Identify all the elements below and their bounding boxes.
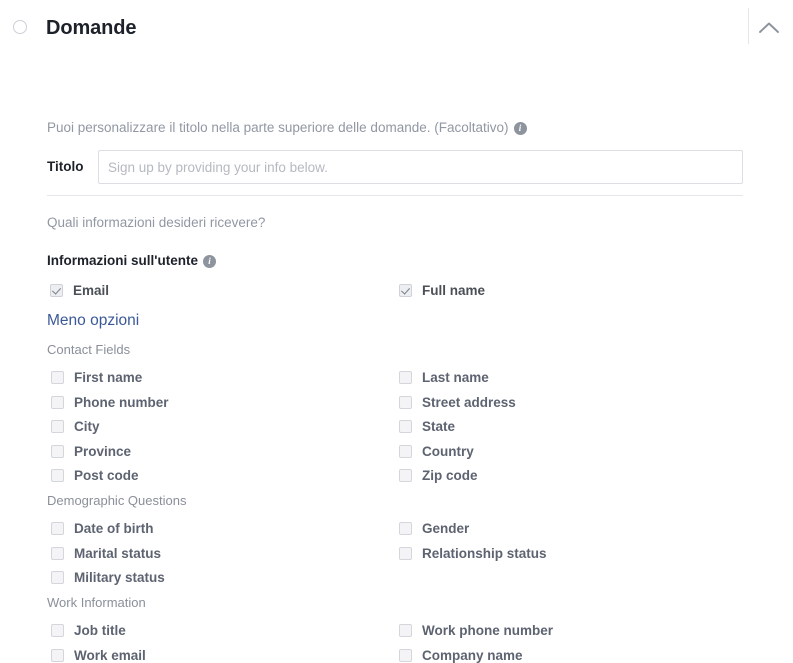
- checkbox-label: Street address: [422, 394, 516, 410]
- checkbox-label: First name: [74, 370, 143, 385]
- checkbox-row-zip-code[interactable]: Zip code: [399, 468, 478, 483]
- checkbox-row-date-of-birth[interactable]: Date of birth: [51, 521, 154, 536]
- title-field-label: Titolo: [47, 159, 84, 174]
- checkbox-label: Military status: [74, 570, 165, 586]
- checkbox-job-title[interactable]: [51, 624, 64, 637]
- checkbox-row-relationship-status[interactable]: Relationship status: [399, 546, 547, 561]
- checkbox-label: Full name: [422, 283, 486, 298]
- checkbox-military-status[interactable]: [51, 571, 64, 585]
- checkbox-row-marital-status[interactable]: Marital status: [51, 546, 161, 561]
- help-text: Puoi personalizzare il titolo nella part…: [47, 120, 527, 135]
- checkbox-label: Zip code: [422, 468, 478, 484]
- checkbox-country[interactable]: [399, 444, 412, 458]
- subsection-heading-work-information: Work Information: [47, 595, 146, 610]
- checkbox-street-address[interactable]: [399, 395, 412, 409]
- checkbox-row-city[interactable]: City: [51, 419, 100, 434]
- checkbox-label: Post code: [74, 468, 139, 484]
- checkbox-state[interactable]: [399, 420, 412, 434]
- checkbox-row-gender[interactable]: Gender: [399, 521, 469, 536]
- checkbox-province[interactable]: [51, 444, 64, 458]
- info-icon[interactable]: i: [513, 122, 527, 135]
- checkbox-label: Last name: [422, 370, 489, 385]
- checkbox-row-military-status[interactable]: Military status: [51, 570, 165, 585]
- checkbox-row-email[interactable]: Email: [50, 283, 109, 298]
- toggle-options-link[interactable]: Meno opzioni: [47, 312, 139, 330]
- page-title: Domande: [46, 17, 137, 39]
- checkbox-label: Gender: [422, 521, 470, 536]
- checkbox-label: Job title: [74, 623, 126, 638]
- checkbox-relationship-status[interactable]: [399, 546, 412, 560]
- checkbox-company-name[interactable]: [399, 648, 412, 662]
- checkbox-marital-status[interactable]: [51, 546, 64, 560]
- checkbox-row-street-address[interactable]: Street address: [399, 395, 516, 410]
- checkbox-city[interactable]: [51, 420, 64, 434]
- checkbox-row-province[interactable]: Province: [51, 444, 131, 459]
- checkbox-work-email[interactable]: [51, 648, 64, 662]
- user-info-heading: Informazioni sull'utente i: [47, 253, 216, 268]
- checkbox-label: Work email: [74, 647, 146, 663]
- checkbox-email[interactable]: [50, 284, 63, 297]
- checkbox-row-phone-number[interactable]: Phone number: [51, 395, 169, 410]
- checkbox-row-work-email[interactable]: Work email: [51, 648, 146, 663]
- checkbox-row-first-name[interactable]: First name: [51, 370, 142, 385]
- header-divider: [748, 8, 749, 44]
- subsection-heading-demographic-questions: Demographic Questions: [47, 493, 187, 508]
- checkbox-label: Province: [74, 443, 132, 459]
- checkbox-label: State: [422, 419, 456, 435]
- checkbox-label: Date of birth: [74, 521, 154, 536]
- info-icon[interactable]: i: [202, 255, 216, 268]
- user-info-heading-label: Informazioni sull'utente: [47, 253, 198, 268]
- title-field-row: Titolo: [47, 150, 743, 184]
- checkbox-row-company-name[interactable]: Company name: [399, 648, 523, 663]
- checkbox-row-post-code[interactable]: Post code: [51, 468, 139, 483]
- checkbox-row-state[interactable]: State: [399, 419, 455, 434]
- checkbox-label: Email: [73, 283, 110, 298]
- checkbox-gender[interactable]: [399, 522, 412, 535]
- checkbox-zip-code[interactable]: [399, 469, 412, 483]
- checkbox-row-work-phone-number[interactable]: Work phone number: [399, 623, 553, 638]
- chevron-up-icon[interactable]: [752, 12, 786, 42]
- checkbox-row-country[interactable]: Country: [399, 444, 474, 459]
- checkbox-row-full-name[interactable]: Full name: [399, 283, 485, 298]
- checkbox-work-phone-number[interactable]: [399, 624, 412, 637]
- title-input[interactable]: [98, 150, 743, 184]
- checkbox-label: Work phone number: [422, 623, 554, 638]
- checkbox-last-name[interactable]: [399, 371, 412, 384]
- section-header: Domande: [0, 0, 793, 56]
- help-text-label: Puoi personalizzare il titolo nella part…: [47, 120, 509, 135]
- questions-prompt: Quali informazioni desideri ricevere?: [47, 215, 266, 230]
- divider: [47, 195, 743, 196]
- checkbox-label: Company name: [422, 647, 523, 663]
- checkbox-phone-number[interactable]: [51, 395, 64, 409]
- checkbox-label: City: [74, 419, 100, 435]
- checkbox-label: Country: [422, 443, 474, 459]
- checkbox-first-name[interactable]: [51, 371, 64, 384]
- checkbox-row-last-name[interactable]: Last name: [399, 370, 489, 385]
- subsection-heading-contact-fields: Contact Fields: [47, 342, 131, 357]
- checkbox-label: Marital status: [74, 545, 162, 561]
- checkbox-date-of-birth[interactable]: [51, 522, 64, 535]
- checkbox-row-job-title[interactable]: Job title: [51, 623, 126, 638]
- checkbox-full-name[interactable]: [399, 284, 412, 297]
- checkbox-label: Relationship status: [422, 545, 547, 561]
- section-radio[interactable]: [13, 20, 27, 34]
- checkbox-post-code[interactable]: [51, 469, 64, 483]
- checkbox-label: Phone number: [74, 394, 169, 410]
